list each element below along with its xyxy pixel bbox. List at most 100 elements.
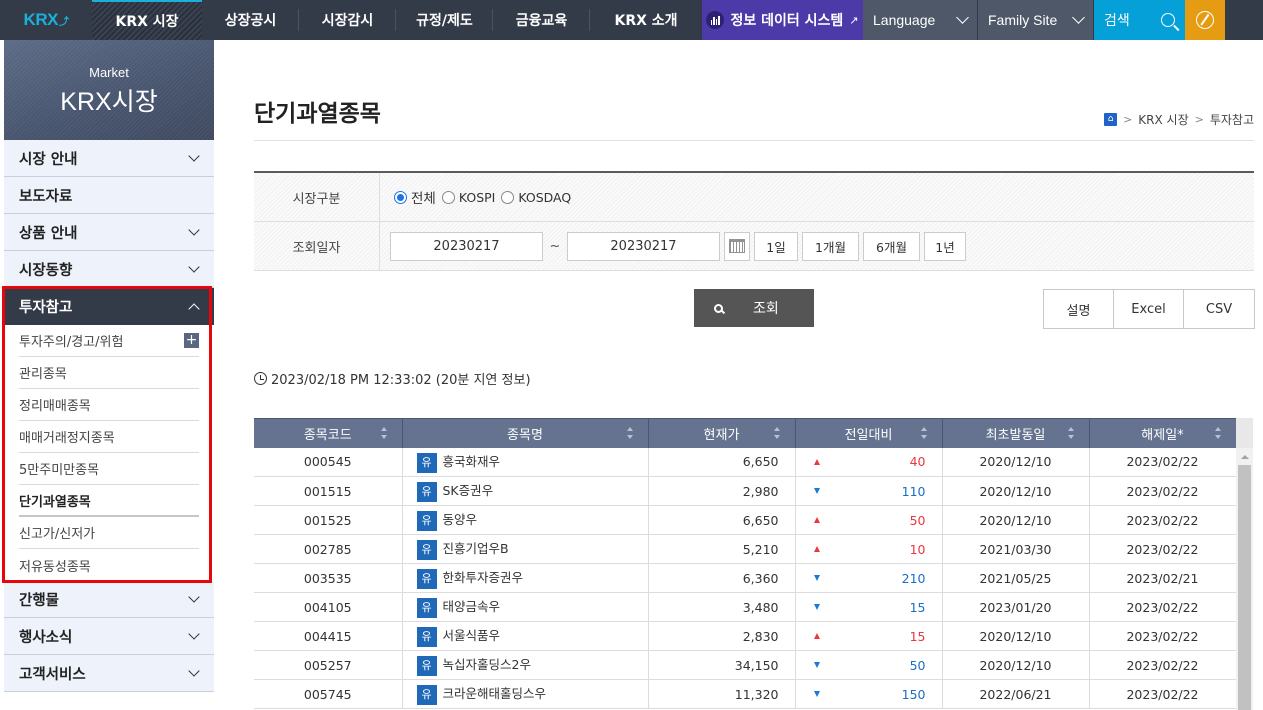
header-change[interactable]: 전일대비: [795, 418, 943, 448]
cell-name[interactable]: 유 서울식품우: [402, 621, 649, 651]
language-select[interactable]: Language: [863, 0, 978, 40]
plus-icon[interactable]: +: [184, 333, 199, 348]
nav-market-surveillance[interactable]: 시장감시: [299, 0, 396, 40]
cell-name[interactable]: 유 태양금속우: [402, 592, 649, 622]
sidebar-item-press[interactable]: 보도자료: [4, 177, 214, 214]
stock-name[interactable]: 녹십자홀딩스2우: [443, 657, 531, 672]
nav-regulations[interactable]: 규정/제도: [396, 0, 493, 40]
date-from-input[interactable]: [390, 231, 543, 261]
home-icon[interactable]: ⌂: [1104, 113, 1118, 126]
change-value: 150: [901, 686, 926, 702]
submenu-item-under-50k[interactable]: 5만주미만종목: [19, 453, 199, 485]
csv-button[interactable]: CSV: [1184, 290, 1254, 328]
cell-name[interactable]: 유 진흥기업우B: [402, 534, 649, 564]
stock-name[interactable]: 태양금속우: [443, 599, 501, 614]
excel-button[interactable]: Excel: [1114, 290, 1184, 328]
compass-icon: [1196, 11, 1214, 29]
date-to-input[interactable]: [567, 231, 720, 261]
table-row[interactable]: 004415 유 서울식품우 2,830 15 2020/12/10 2023/02/22: [254, 621, 1237, 651]
cell-name[interactable]: 유 흥국화재우: [402, 447, 649, 477]
stock-name[interactable]: 서울식품우: [443, 628, 501, 643]
cell-name[interactable]: 유 SK증권우: [402, 476, 649, 506]
table-row[interactable]: 001515 유 SK증권우 2,980 110 2020/12/10 2023/02/22: [254, 476, 1237, 506]
sort-icon[interactable]: [380, 427, 388, 439]
header-label: 최초발동일: [985, 427, 1046, 443]
submenu-item-new-high-low[interactable]: 신고가/신저가: [19, 517, 199, 549]
stock-name[interactable]: 동양우: [443, 512, 478, 527]
nav-listing-disclosure[interactable]: 상장공시: [202, 0, 299, 40]
header-price[interactable]: 현재가: [648, 418, 796, 448]
nav-krx-about[interactable]: KRX 소개: [590, 0, 702, 40]
sort-icon[interactable]: [773, 427, 781, 439]
header-first-date[interactable]: 최초발동일: [942, 418, 1090, 448]
search-button[interactable]: 검색: [1094, 0, 1185, 40]
stock-name[interactable]: SK증권우: [443, 483, 494, 498]
period-1-day[interactable]: 1일: [754, 231, 798, 261]
submenu-item-administrative[interactable]: 관리종목: [19, 357, 199, 389]
header-name[interactable]: 종목명: [402, 418, 649, 448]
sidebar-item-label: 보도자료: [19, 188, 73, 205]
family-site-select[interactable]: Family Site: [978, 0, 1094, 40]
cell-change: 15: [795, 621, 943, 651]
cell-change: 40: [795, 447, 943, 477]
sidebar-item-customer-service[interactable]: 고객서비스: [4, 655, 214, 692]
stock-name[interactable]: 진흥기업우B: [443, 541, 509, 556]
sidebar-item-market-guide[interactable]: 시장 안내: [4, 140, 214, 177]
stock-name[interactable]: 한화투자증권우: [443, 570, 524, 585]
period-1-month[interactable]: 1개월: [802, 231, 859, 261]
sort-icon[interactable]: [626, 427, 634, 439]
submenu-item-suspended[interactable]: 매매거래정지종목: [19, 421, 199, 453]
nav-financial-education[interactable]: 금융교육: [493, 0, 590, 40]
table-row[interactable]: 000545 유 흥국화재우 6,650 40 2020/12/10 2023/02/22: [254, 447, 1237, 477]
cell-name[interactable]: 유 크라운해태홀딩스우: [402, 679, 649, 709]
sidebar-item-products[interactable]: 상품 안내: [4, 214, 214, 251]
cell-name[interactable]: 유 동양우: [402, 505, 649, 535]
scroll-up-arrow-icon[interactable]: [1236, 448, 1253, 465]
period-6-months[interactable]: 6개월: [863, 231, 920, 261]
explain-button[interactable]: 설명: [1044, 290, 1114, 328]
query-button[interactable]: 조회: [694, 289, 814, 327]
sidebar-item-publications[interactable]: 간행물: [4, 581, 214, 618]
radio-label[interactable]: KOSPI: [459, 190, 496, 205]
submenu-item-low-liquidity[interactable]: 저유동성종목: [19, 549, 199, 581]
table-row[interactable]: 004105 유 태양금속우 3,480 15 2023/01/20 2023/02/22: [254, 592, 1237, 622]
table-row[interactable]: 005257 유 녹십자홀딩스2우 34,150 50 2020/12/10 2023/02…: [254, 650, 1237, 680]
sort-icon[interactable]: [1214, 427, 1222, 439]
cell-first-date: 2020/12/10: [942, 476, 1090, 506]
sort-icon[interactable]: [1067, 427, 1075, 439]
radio-all[interactable]: [394, 190, 407, 204]
scrollbar-thumb[interactable]: [1238, 465, 1251, 710]
breadcrumb-item[interactable]: KRX 시장: [1138, 111, 1188, 128]
radio-label[interactable]: 전체: [411, 187, 436, 207]
header-code[interactable]: 종목코드: [254, 418, 403, 448]
cell-name[interactable]: 유 한화투자증권우: [402, 563, 649, 593]
submenu-item-warning[interactable]: 투자주의/경고/위험 +: [19, 325, 199, 357]
sidebar-item-investment-reference[interactable]: 투자참고: [4, 288, 214, 325]
breadcrumb-item[interactable]: 투자참고: [1210, 111, 1254, 128]
submenu-item-liquidation[interactable]: 정리매매종목: [19, 389, 199, 421]
radio-kospi[interactable]: [441, 190, 455, 204]
header-release-date[interactable]: 해제일*: [1089, 418, 1237, 448]
table-row[interactable]: 001525 유 동양우 6,650 50 2020/12/10 2023/02/22: [254, 505, 1237, 535]
radio-kosdaq[interactable]: [501, 190, 515, 204]
nav-krx-market[interactable]: KRX 시장: [92, 0, 202, 40]
calendar-button[interactable]: [724, 231, 750, 261]
sidebar-item-events[interactable]: 행사소식: [4, 618, 214, 655]
stock-name[interactable]: 크라운해태홀딩스우: [443, 686, 547, 701]
table-row[interactable]: 005745 유 크라운해태홀딩스우 11,320 150 2022/06/21 2023/…: [254, 679, 1237, 709]
nav-data-system[interactable]: 정보 데이터 시스템 ↗: [702, 0, 863, 40]
sidebar-item-market-trends[interactable]: 시장동향: [4, 251, 214, 288]
cell-name[interactable]: 유 녹십자홀딩스2우: [402, 650, 649, 680]
krx-logo[interactable]: KRX ⤴: [0, 0, 92, 40]
vertical-scrollbar[interactable]: [1236, 448, 1253, 710]
table-row[interactable]: 002785 유 진흥기업우B 5,210 10 2021/03/30 2023/02/22: [254, 534, 1237, 564]
period-1-year[interactable]: 1년: [924, 231, 966, 261]
sitemap-button[interactable]: [1185, 0, 1225, 40]
logo-swoosh-icon: ⤴: [58, 16, 69, 28]
submenu-item-short-term-overheated[interactable]: 단기과열종목: [19, 485, 199, 517]
stock-name[interactable]: 흥국화재우: [443, 454, 501, 469]
cell-price: 5,210: [648, 534, 796, 564]
sort-icon[interactable]: [920, 427, 928, 439]
table-row[interactable]: 003535 유 한화투자증권우 6,360 210 2021/05/25 2023/02/…: [254, 563, 1237, 593]
radio-label[interactable]: KOSDAQ: [518, 190, 571, 205]
